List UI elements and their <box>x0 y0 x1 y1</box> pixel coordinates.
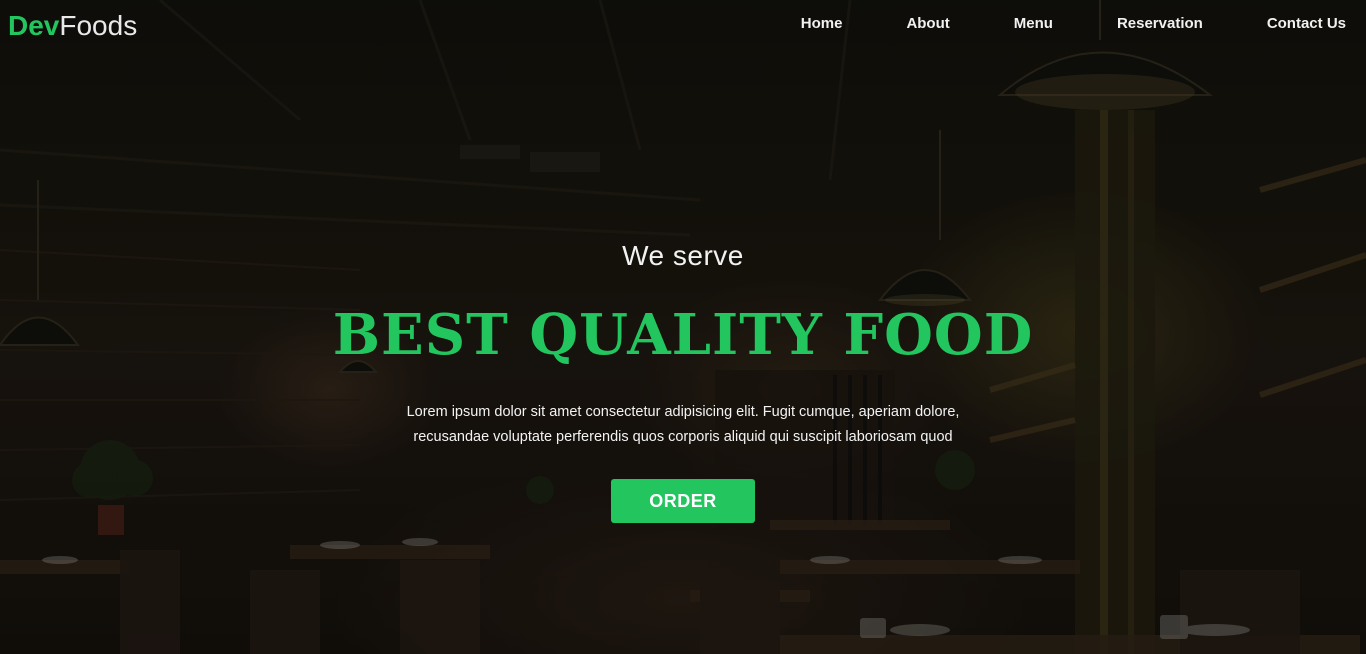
hero-title: BEST QUALITY FOOD <box>332 302 1034 368</box>
hero-description: Lorem ipsum dolor sit amet consectetur a… <box>383 400 983 450</box>
hero-description-line-2: recusandae voluptate perferendis quos co… <box>413 429 953 445</box>
hero-description-line-1: Lorem ipsum dolor sit amet consectetur a… <box>406 404 960 420</box>
order-button[interactable]: ORDER <box>611 479 755 523</box>
hero-subtitle: We serve <box>622 240 744 271</box>
hero-section: We serve BEST QUALITY FOOD Lorem ipsum d… <box>0 0 1366 654</box>
